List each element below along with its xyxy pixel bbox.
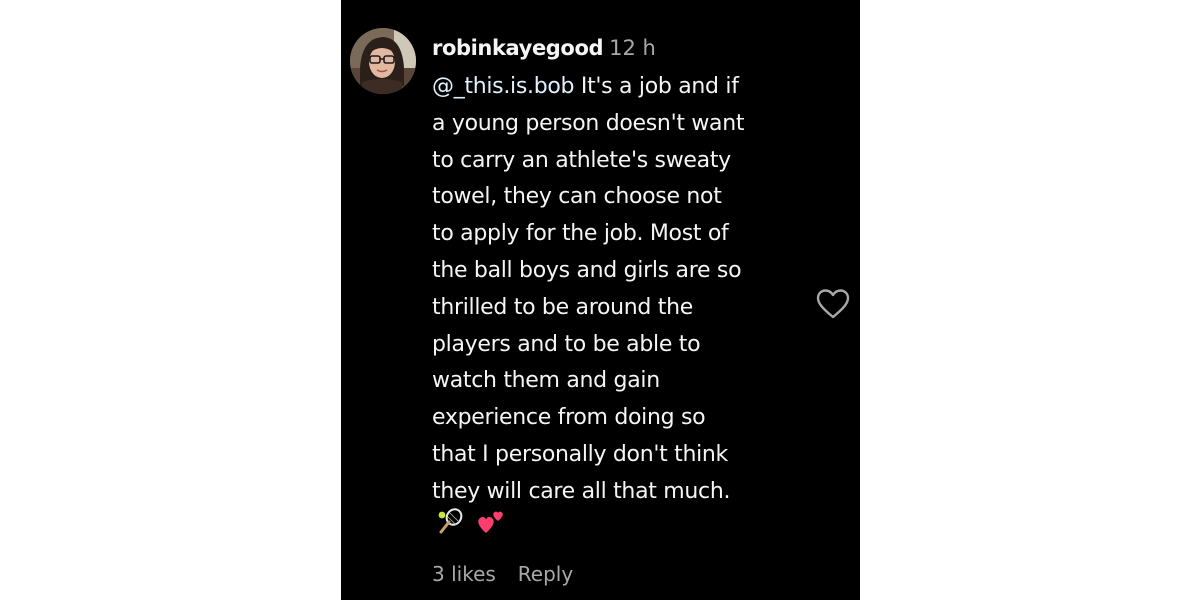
avatar-photo bbox=[350, 28, 416, 94]
comment-line-text: the ball boys and girls are so bbox=[432, 257, 742, 283]
comment-line-text: that I personally don't think bbox=[432, 441, 728, 467]
comment-line-text: thrilled to be around the bbox=[432, 294, 693, 320]
emoji-row bbox=[436, 505, 506, 537]
comment-line: to carry an athlete's sweaty bbox=[432, 143, 822, 180]
heart-outline-icon[interactable] bbox=[816, 288, 850, 320]
comment-line-text: to apply for the job. Most of bbox=[432, 221, 729, 247]
likes-count[interactable]: 3 likes bbox=[432, 562, 496, 586]
tennis-icon bbox=[438, 508, 463, 534]
comment-line-text: experience from doing so bbox=[432, 405, 706, 431]
comment-line: @_this.is.bob It's a job and if bbox=[432, 69, 822, 106]
comment-line: a young person doesn't want bbox=[432, 106, 822, 143]
comment-line: towel, they can choose not bbox=[432, 179, 822, 216]
two-hearts-icon bbox=[478, 511, 503, 533]
avatar[interactable] bbox=[350, 28, 416, 94]
comment-line-text: they will care all that much. bbox=[432, 478, 731, 504]
comment-text: @_this.is.bob It's a job and if a young p… bbox=[432, 69, 822, 511]
comment-line: the ball boys and girls are so bbox=[432, 253, 822, 290]
comment-line: watch them and gain bbox=[432, 363, 822, 400]
comment-footer: 3 likes Reply bbox=[432, 560, 573, 588]
comment-line-text: a young person doesn't want bbox=[432, 110, 745, 136]
comment-line: experience from doing so bbox=[432, 400, 822, 437]
comment-line-text: to carry an athlete's sweaty bbox=[432, 147, 731, 173]
comment-line-text: watch them and gain bbox=[432, 368, 660, 394]
comment-line-text: players and to be able to bbox=[432, 331, 701, 357]
comment-line: to apply for the job. Most of bbox=[432, 216, 822, 253]
comment-line-text: It's a job and if bbox=[574, 74, 739, 99]
comment-line-text: towel, they can choose not bbox=[432, 184, 722, 210]
mention-link[interactable]: @_this.is.bob bbox=[432, 74, 575, 99]
username[interactable]: robinkayegood bbox=[432, 36, 604, 60]
comment-line: players and to be able to bbox=[432, 327, 822, 364]
reply-button[interactable]: Reply bbox=[518, 562, 573, 586]
comment-line: that I personally don't think bbox=[432, 437, 822, 474]
comment-line: thrilled to be around the bbox=[432, 290, 822, 327]
comment-header: robinkayegood 12 h bbox=[432, 33, 656, 63]
timestamp: 12 h bbox=[609, 36, 656, 60]
